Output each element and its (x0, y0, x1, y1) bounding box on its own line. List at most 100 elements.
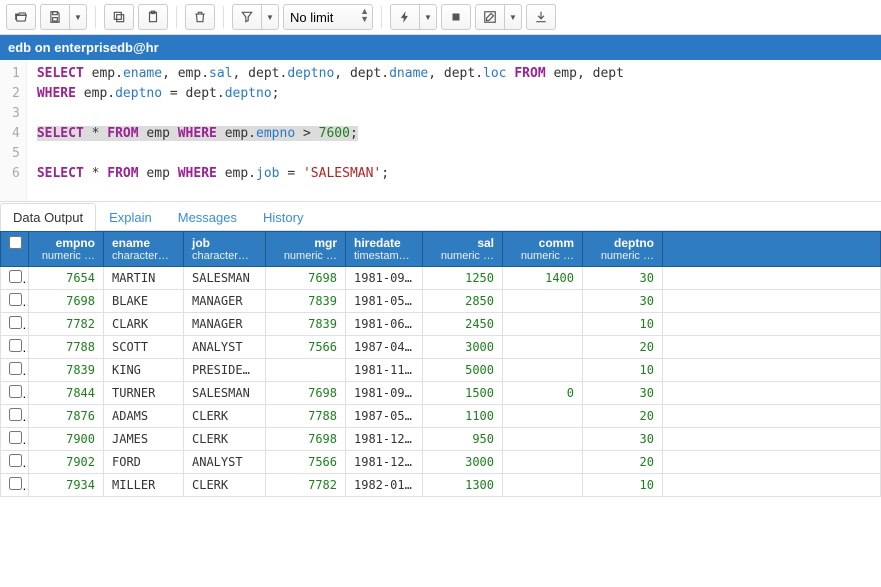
cell-comm[interactable] (503, 474, 583, 497)
table-row[interactable]: 7902FORDANALYST75661981-12-…300020 (1, 451, 881, 474)
cell-empno[interactable]: 7844 (29, 382, 104, 405)
tab-data-output[interactable]: Data Output (0, 203, 96, 231)
cell-empno[interactable]: 7698 (29, 290, 104, 313)
cell-comm[interactable] (503, 405, 583, 428)
cell-deptno[interactable]: 20 (583, 451, 663, 474)
cell-hiredate[interactable]: 1987-04-… (346, 336, 423, 359)
table-row[interactable]: 7839KINGPRESIDENT1981-11-…500010 (1, 359, 881, 382)
cell-sal[interactable]: 2850 (423, 290, 503, 313)
edit-dropdown[interactable]: ▼ (504, 4, 522, 30)
results-grid[interactable]: empnonumeric …enamecharacter…jobcharacte… (0, 231, 881, 587)
cell-ename[interactable]: CLARK (104, 313, 184, 336)
cell-ename[interactable]: KING (104, 359, 184, 382)
row-checkbox[interactable] (9, 454, 22, 467)
execute-dropdown[interactable]: ▼ (419, 4, 437, 30)
cell-deptno[interactable]: 30 (583, 382, 663, 405)
cell-sal[interactable]: 1250 (423, 267, 503, 290)
cell-deptno[interactable]: 20 (583, 405, 663, 428)
column-header-empno[interactable]: empnonumeric … (29, 232, 104, 267)
column-header-sal[interactable]: salnumeric … (423, 232, 503, 267)
cell-hiredate[interactable]: 1982-01-… (346, 474, 423, 497)
cell-deptno[interactable]: 20 (583, 336, 663, 359)
editor-code[interactable]: SELECT emp.ename, emp.sal, dept.deptno, … (27, 60, 881, 201)
cell-comm[interactable] (503, 336, 583, 359)
tab-history[interactable]: History (250, 203, 316, 231)
cell-ename[interactable]: TURNER (104, 382, 184, 405)
table-row[interactable]: 7844TURNERSALESMAN76981981-09-…1500030 (1, 382, 881, 405)
cell-job[interactable]: SALESMAN (184, 267, 266, 290)
row-checkbox[interactable] (9, 316, 22, 329)
copy-button[interactable] (104, 4, 134, 30)
cell-hiredate[interactable]: 1981-11-… (346, 359, 423, 382)
table-row[interactable]: 7698BLAKEMANAGER78391981-05-…285030 (1, 290, 881, 313)
save-button[interactable] (40, 4, 70, 30)
sql-editor[interactable]: 123456 SELECT emp.ename, emp.sal, dept.d… (0, 60, 881, 202)
row-checkbox[interactable] (9, 293, 22, 306)
cell-job[interactable]: CLERK (184, 474, 266, 497)
row-checkbox[interactable] (9, 408, 22, 421)
row-checkbox[interactable] (9, 362, 22, 375)
row-checkbox[interactable] (9, 431, 22, 444)
cell-job[interactable]: CLERK (184, 405, 266, 428)
select-all-checkbox[interactable] (9, 236, 22, 249)
filter-dropdown[interactable]: ▼ (261, 4, 279, 30)
cell-comm[interactable] (503, 451, 583, 474)
tab-messages[interactable]: Messages (165, 203, 250, 231)
cell-deptno[interactable]: 10 (583, 313, 663, 336)
cell-deptno[interactable]: 30 (583, 428, 663, 451)
cell-mgr[interactable]: 7839 (266, 313, 346, 336)
save-dropdown[interactable]: ▼ (69, 4, 87, 30)
cell-empno[interactable]: 7654 (29, 267, 104, 290)
cell-mgr[interactable]: 7698 (266, 428, 346, 451)
cell-comm[interactable] (503, 313, 583, 336)
cell-comm[interactable] (503, 428, 583, 451)
open-button[interactable] (6, 4, 36, 30)
row-checkbox[interactable] (9, 385, 22, 398)
cell-sal[interactable]: 3000 (423, 336, 503, 359)
cell-sal[interactable]: 1100 (423, 405, 503, 428)
row-checkbox[interactable] (9, 339, 22, 352)
cell-mgr[interactable]: 7782 (266, 474, 346, 497)
cell-deptno[interactable]: 10 (583, 359, 663, 382)
filter-button[interactable] (232, 4, 262, 30)
table-row[interactable]: 7782CLARKMANAGER78391981-06-…2450 10 (1, 313, 881, 336)
column-header-comm[interactable]: commnumeric … (503, 232, 583, 267)
cell-comm[interactable]: 1400 (503, 267, 583, 290)
cell-comm[interactable] (503, 290, 583, 313)
cell-ename[interactable]: MARTIN (104, 267, 184, 290)
cell-empno[interactable]: 7788 (29, 336, 104, 359)
stop-button[interactable] (441, 4, 471, 30)
table-row[interactable]: 7788SCOTTANALYST75661987-04-…3000 20 (1, 336, 881, 359)
table-row[interactable]: 7934MILLERCLERK77821982-01-…130010 (1, 474, 881, 497)
cell-ename[interactable]: BLAKE (104, 290, 184, 313)
cell-mgr[interactable]: 7566 (266, 336, 346, 359)
cell-ename[interactable]: ADAMS (104, 405, 184, 428)
cell-ename[interactable]: MILLER (104, 474, 184, 497)
cell-job[interactable]: SALESMAN (184, 382, 266, 405)
cell-hiredate[interactable]: 1981-09-… (346, 267, 423, 290)
cell-job[interactable]: CLERK (184, 428, 266, 451)
cell-mgr[interactable] (266, 359, 346, 382)
table-row[interactable]: 7654MARTINSALESMAN76981981-09-…125014003… (1, 267, 881, 290)
cell-empno[interactable]: 7876 (29, 405, 104, 428)
cell-hiredate[interactable]: 1981-05-… (346, 290, 423, 313)
cell-sal[interactable]: 1300 (423, 474, 503, 497)
cell-job[interactable]: MANAGER (184, 313, 266, 336)
cell-ename[interactable]: SCOTT (104, 336, 184, 359)
cell-sal[interactable]: 3000 (423, 451, 503, 474)
cell-comm[interactable] (503, 359, 583, 382)
cell-empno[interactable]: 7839 (29, 359, 104, 382)
cell-hiredate[interactable]: 1981-12-… (346, 428, 423, 451)
cell-mgr[interactable]: 7698 (266, 267, 346, 290)
table-row[interactable]: 7900JAMESCLERK76981981-12-…95030 (1, 428, 881, 451)
table-row[interactable]: 7876ADAMSCLERK77881987-05-…110020 (1, 405, 881, 428)
cell-job[interactable]: ANALYST (184, 451, 266, 474)
download-button[interactable] (526, 4, 556, 30)
cell-sal[interactable]: 950 (423, 428, 503, 451)
cell-job[interactable]: ANALYST (184, 336, 266, 359)
cell-sal[interactable]: 2450 (423, 313, 503, 336)
column-header-hiredate[interactable]: hiredatetimestam… (346, 232, 423, 267)
cell-empno[interactable]: 7782 (29, 313, 104, 336)
cell-hiredate[interactable]: 1981-06-… (346, 313, 423, 336)
cell-ename[interactable]: JAMES (104, 428, 184, 451)
